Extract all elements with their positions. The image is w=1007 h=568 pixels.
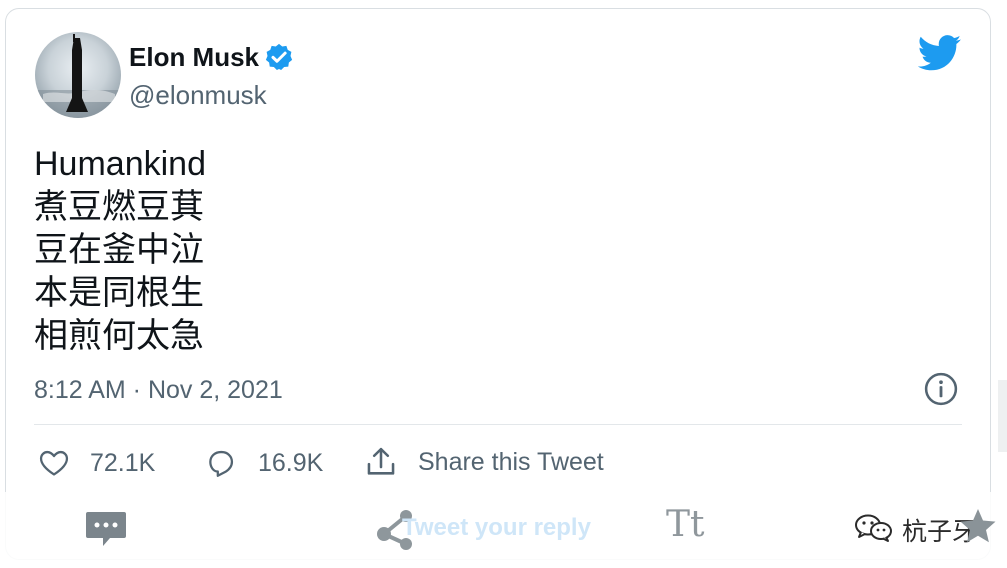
- info-icon[interactable]: [924, 372, 958, 406]
- tweet-line: Humankind: [34, 145, 206, 183]
- tweet-line: 相煎何太急: [34, 316, 204, 356]
- share-tweet-button[interactable]: Share this Tweet: [364, 442, 604, 482]
- like-count: 72.1K: [90, 448, 156, 477]
- reply-button[interactable]: 16.9K: [204, 443, 323, 483]
- share-label: Share this Tweet: [418, 447, 604, 476]
- avatar-starship-image: [35, 34, 121, 118]
- divider: [34, 424, 962, 425]
- wechat-icon: [855, 514, 892, 542]
- tweet-line: 本是同根生: [34, 273, 204, 313]
- like-button[interactable]: 72.1K: [38, 443, 155, 483]
- tweet-line: 豆在釜中泣: [34, 230, 204, 270]
- heart-icon: [39, 450, 69, 476]
- tweet-text: Humankind 煮豆燃豆萁 豆在釜中泣 本是同根生 相煎何太急: [34, 143, 206, 358]
- chat-bubble-icon[interactable]: [83, 508, 129, 550]
- twitter-bird-icon[interactable]: [918, 35, 962, 71]
- share-upload-icon: [367, 447, 395, 475]
- avatar[interactable]: [35, 32, 121, 118]
- tweet-timestamp[interactable]: 8:12 AM · Nov 2, 2021: [34, 376, 283, 405]
- scrollbar[interactable]: [998, 380, 1007, 452]
- author-handle[interactable]: @elonmusk: [129, 80, 267, 111]
- comment-icon: [209, 450, 234, 477]
- text-size-button[interactable]: Tt: [666, 504, 704, 545]
- star-icon[interactable]: [958, 506, 998, 546]
- reply-count: 16.9K: [258, 448, 324, 477]
- tweet-line: 煮豆燃豆萁: [34, 187, 204, 227]
- author-name[interactable]: Elon Musk: [129, 42, 259, 73]
- verified-badge-icon: [265, 43, 293, 70]
- reply-input[interactable]: Tweet your reply: [402, 514, 591, 542]
